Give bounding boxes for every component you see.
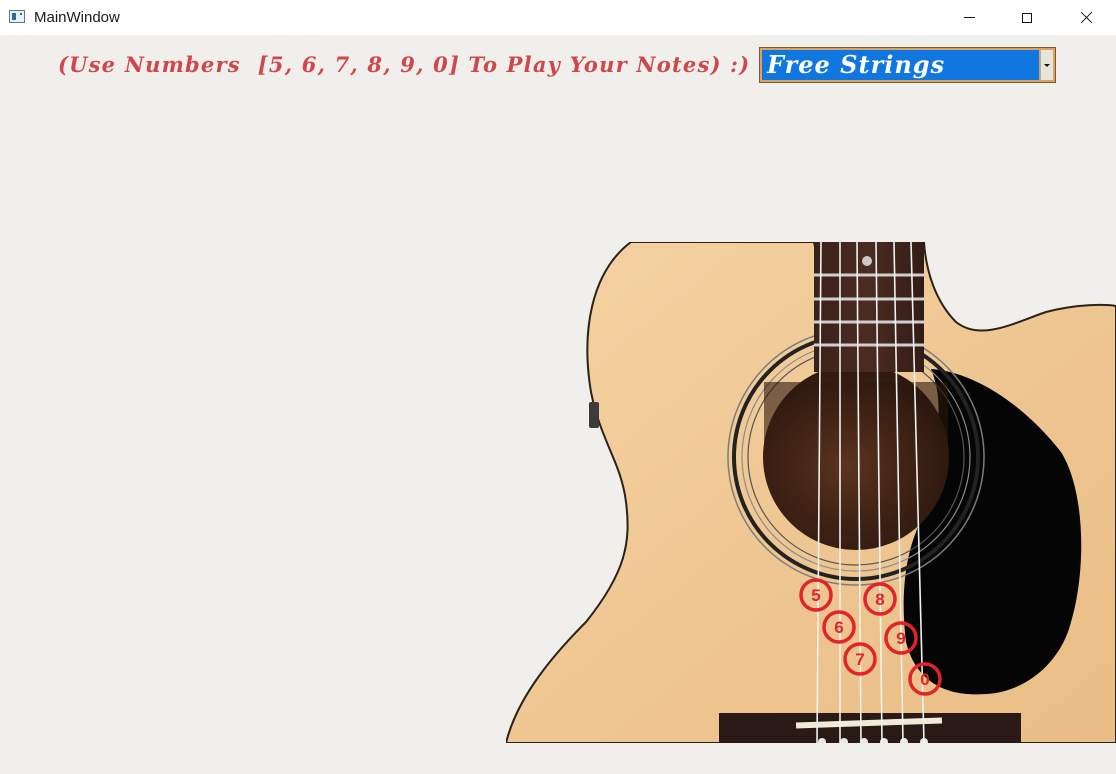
- note-label-0: 0: [920, 670, 929, 689]
- maximize-button[interactable]: [998, 0, 1056, 35]
- guitar-image: 5 8 6 9 7 0: [506, 242, 1116, 743]
- instruction-text: (Use Numbers [5, 6, 7, 8, 9, 0] To Play …: [58, 52, 751, 77]
- note-label-6: 6: [834, 618, 843, 637]
- mode-select-value[interactable]: Free Strings: [762, 50, 1039, 80]
- minimize-button[interactable]: [940, 0, 998, 35]
- mode-select[interactable]: Free Strings: [759, 47, 1056, 83]
- note-label-7: 7: [855, 650, 864, 669]
- close-icon: [1080, 11, 1093, 24]
- close-button[interactable]: [1057, 0, 1115, 35]
- window-title: MainWindow: [34, 9, 120, 26]
- note-label-8: 8: [875, 590, 884, 609]
- note-label-5: 5: [811, 586, 820, 605]
- note-label-9: 9: [896, 629, 905, 648]
- maximize-icon: [1022, 12, 1032, 23]
- app-window-icon: [9, 10, 25, 23]
- chevron-down-icon[interactable]: [1040, 50, 1053, 80]
- bridge: [719, 713, 1021, 743]
- title-bar: MainWindow: [0, 0, 1116, 35]
- minimize-icon: [963, 17, 975, 18]
